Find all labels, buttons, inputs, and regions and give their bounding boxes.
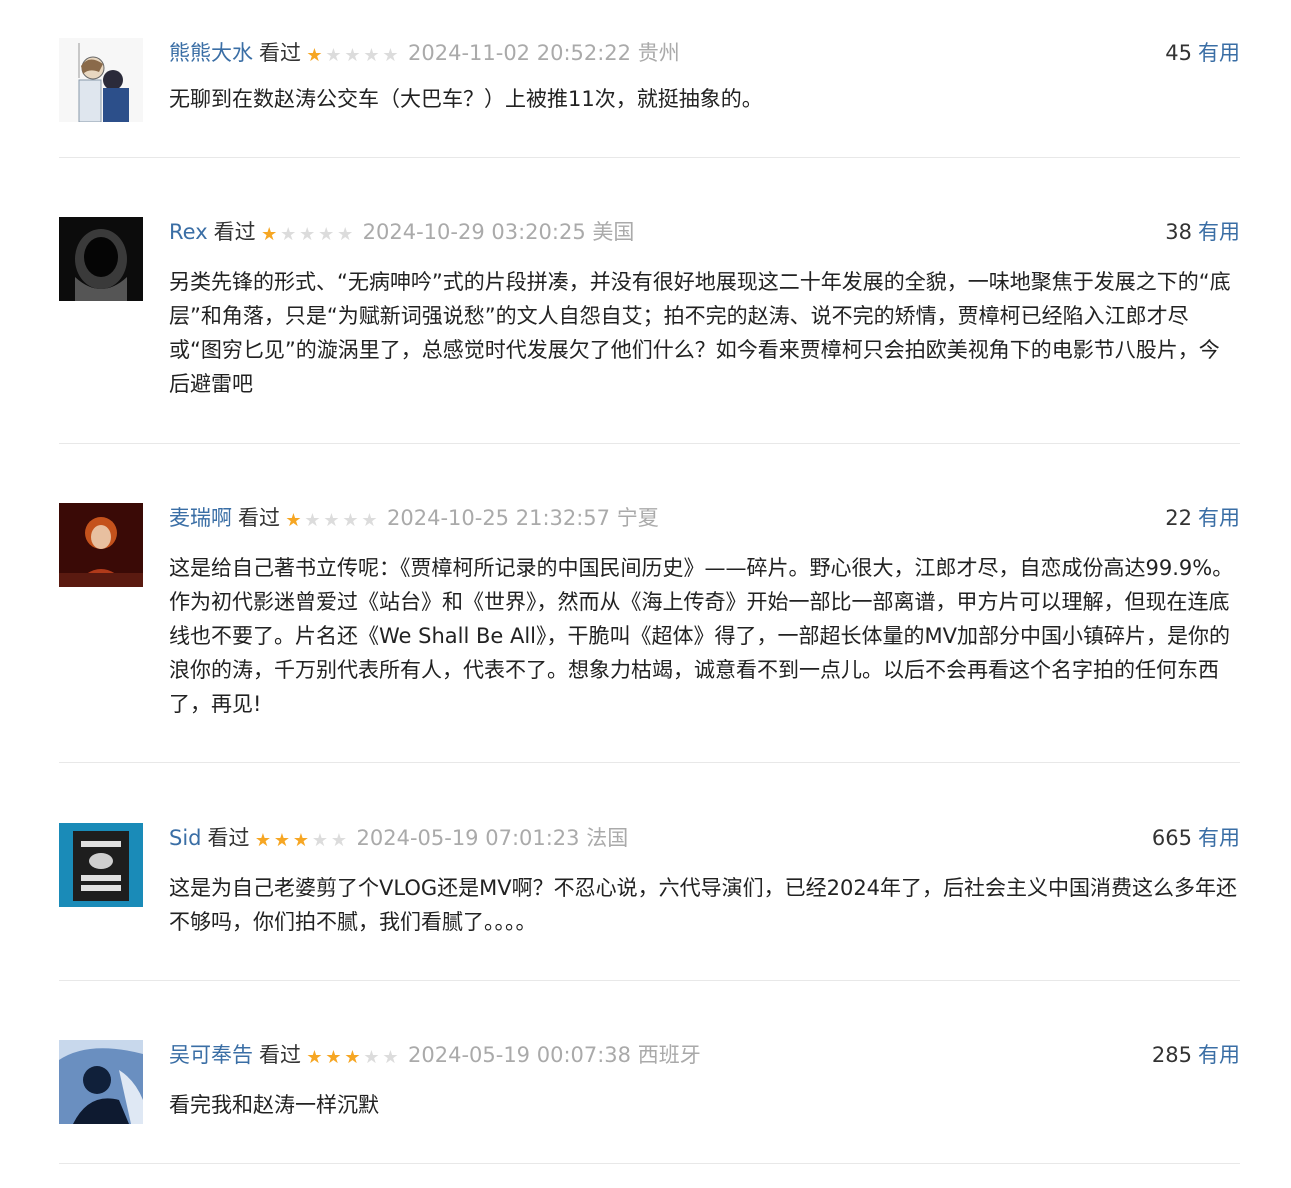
watch-status: 看过	[259, 41, 301, 65]
useful-button[interactable]: 有用	[1198, 41, 1240, 65]
divider	[59, 157, 1240, 158]
user-avatar[interactable]	[59, 823, 143, 907]
username-link[interactable]: Rex	[169, 220, 208, 244]
comment-text: 这是为自己老婆剪了个VLOG还是MV啊？不忍心说，六代导演们，已经2024年了，…	[169, 876, 1238, 934]
comment-header: 熊熊大水 看过 ★ ★ ★ ★ ★ 2024-11-02 20:52:22 贵州 45 有用	[169, 38, 1240, 68]
vote-area: 285 有用	[1152, 1040, 1240, 1070]
username-link[interactable]: Sid	[169, 826, 202, 850]
comment-header: Rex 看过 ★ ★ ★ ★ ★ 2024-10-29 03:20:25 美国 38 有用	[169, 217, 1240, 247]
comment-text: 看完我和赵涛一样沉默	[169, 1093, 379, 1117]
red-hair-woman-icon	[59, 503, 143, 587]
comment-text: 另类先锋的形式、“无病呻吟”式的片段拼凑，并没有很好地展现这二十年发展的全貌，一…	[169, 270, 1231, 396]
useful-button[interactable]: 有用	[1198, 220, 1240, 244]
vote-count: 45	[1165, 41, 1192, 65]
star-empty-icon: ★	[337, 224, 354, 245]
rating-stars: ★ ★ ★ ★ ★	[284, 506, 379, 536]
user-avatar[interactable]	[59, 503, 143, 587]
star-empty-icon: ★	[363, 45, 380, 66]
blue-figure-icon	[59, 1040, 143, 1124]
star-filled-icon: ★	[285, 510, 302, 531]
watch-status: 看过	[213, 220, 256, 244]
star-filled-icon: ★	[292, 830, 310, 851]
useful-button[interactable]: 有用	[1198, 826, 1240, 850]
star-filled-icon: ★	[325, 1047, 342, 1068]
comment-time: 2024-05-19 00:07:38 西班牙	[408, 1043, 701, 1067]
vote-count: 38	[1165, 220, 1192, 244]
rating-stars: ★ ★ ★ ★ ★	[305, 1043, 400, 1073]
useful-button[interactable]: 有用	[1198, 506, 1240, 530]
comment-time: 2024-10-29 03:20:25 美国	[362, 220, 635, 244]
comment-header: 吴可奉告 看过 ★ ★ ★ ★ ★ 2024-05-19 00:07:38 西班牙 285 有用	[169, 1040, 1240, 1070]
star-empty-icon: ★	[311, 830, 329, 851]
divider	[59, 1163, 1240, 1164]
star-empty-icon: ★	[344, 45, 361, 66]
star-filled-icon: ★	[273, 830, 291, 851]
comment-text: 无聊到在数赵涛公交车（大巴车？）上被推11次，就挺抽象的。	[169, 87, 763, 111]
divider	[59, 443, 1240, 444]
vote-area: 45 有用	[1165, 38, 1240, 68]
comment-time: 2024-05-19 07:01:23 法国	[356, 826, 629, 850]
sketch-two-people-icon	[59, 38, 143, 122]
user-avatar[interactable]	[59, 38, 143, 122]
comment-time: 2024-10-25 21:32:57 宁夏	[387, 506, 659, 530]
star-filled-icon: ★	[254, 830, 272, 851]
vote-area: 22 有用	[1165, 503, 1240, 533]
vote-count: 22	[1165, 506, 1192, 530]
star-empty-icon: ★	[342, 510, 359, 531]
divider	[59, 980, 1240, 981]
watch-status: 看过	[207, 826, 250, 850]
vote-count: 665	[1151, 826, 1192, 850]
vote-area: 38 有用	[1165, 217, 1240, 247]
star-filled-icon: ★	[344, 1047, 361, 1068]
star-filled-icon: ★	[261, 224, 278, 245]
star-empty-icon: ★	[363, 1047, 380, 1068]
rating-stars: ★ ★ ★ ★ ★	[260, 220, 355, 250]
star-empty-icon: ★	[323, 510, 340, 531]
star-empty-icon: ★	[280, 224, 297, 245]
username-link[interactable]: 麦瑞啊	[169, 506, 232, 530]
star-empty-icon: ★	[325, 45, 342, 66]
star-empty-icon: ★	[361, 510, 378, 531]
star-filled-icon: ★	[306, 1047, 323, 1068]
rating-stars: ★ ★ ★ ★ ★	[254, 826, 349, 856]
comment-header: Sid 看过 ★ ★ ★ ★ ★ 2024-05-19 07:01:23 法国 665 有用	[169, 823, 1240, 853]
star-empty-icon: ★	[382, 45, 399, 66]
vote-count: 285	[1151, 1043, 1192, 1067]
divider	[59, 762, 1240, 763]
watch-status: 看过	[259, 1043, 301, 1067]
comment-text: 这是给自己著书立传呢：《贾樟柯所记录的中国民间历史》——碎片。野心很大，江郎才尽…	[169, 556, 1234, 716]
star-empty-icon: ★	[318, 224, 335, 245]
comment-header: 麦瑞啊 看过 ★ ★ ★ ★ ★ 2024-10-25 21:32:57 宁夏 22 有用	[169, 503, 1240, 533]
user-avatar[interactable]	[59, 1040, 143, 1124]
astronaut-helmet-icon	[59, 217, 143, 301]
useful-button[interactable]: 有用	[1198, 1043, 1240, 1067]
comment-time: 2024-11-02 20:52:22 贵州	[408, 41, 680, 65]
star-empty-icon: ★	[299, 224, 316, 245]
vote-area: 665 有用	[1152, 823, 1240, 853]
rating-stars: ★ ★ ★ ★ ★	[305, 41, 400, 71]
username-link[interactable]: 熊熊大水	[169, 41, 253, 65]
username-link[interactable]: 吴可奉告	[169, 1043, 253, 1067]
watch-status: 看过	[238, 506, 280, 530]
user-avatar[interactable]	[59, 217, 143, 301]
star-empty-icon: ★	[304, 510, 321, 531]
star-empty-icon: ★	[330, 830, 348, 851]
queer-utopias-book-icon	[59, 823, 143, 907]
star-filled-icon: ★	[306, 45, 323, 66]
star-empty-icon: ★	[382, 1047, 399, 1068]
